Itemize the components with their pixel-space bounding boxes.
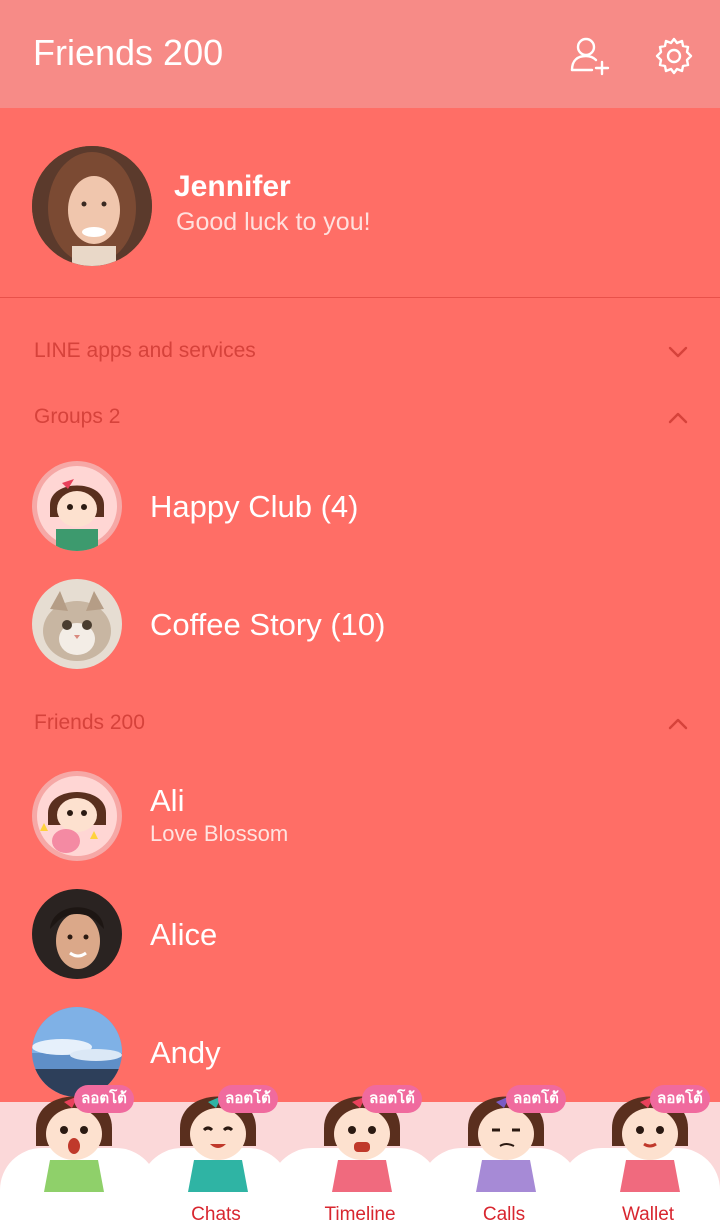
tab-label: Timeline <box>324 1204 396 1225</box>
gear-icon[interactable] <box>652 34 696 78</box>
tab-badge: ลอตโต้ <box>362 1085 422 1113</box>
tab-badge: ลอตโต้ <box>74 1085 134 1113</box>
chevron-down-icon[interactable] <box>666 340 690 364</box>
group-name: Coffee Story (10) <box>150 607 386 642</box>
avatar <box>32 579 122 669</box>
section-groups[interactable]: Groups 2 <box>34 405 120 429</box>
group-name: Happy Club (4) <box>150 489 359 524</box>
list-item[interactable]: Happy Club (4) <box>0 453 720 563</box>
friend-name: Ali <box>150 783 185 818</box>
profile-status: Good luck to you! <box>176 208 371 236</box>
section-friends[interactable]: Friends 200 <box>34 711 145 735</box>
tab-label: Calls <box>482 1204 526 1225</box>
section-line-apps[interactable]: LINE apps and services <box>34 339 256 363</box>
chevron-up-icon[interactable] <box>666 712 690 736</box>
tab-wallet[interactable]: ลอตโต้ Wallet <box>576 1080 720 1232</box>
my-profile[interactable]: Jennifer Good luck to you! <box>0 108 720 298</box>
friend-status: Love Blossom <box>150 821 289 846</box>
tab-timeline[interactable]: ลอตโต้ Timeline <box>288 1080 432 1232</box>
tab-badge: ลอตโต้ <box>650 1085 710 1113</box>
divider <box>0 297 720 298</box>
avatar <box>32 771 122 861</box>
list-item[interactable]: Alice <box>0 881 720 991</box>
tab-badge: ลอตโต้ <box>506 1085 566 1113</box>
tab-chats[interactable]: ลอตโต้ Chats <box>144 1080 288 1232</box>
avatar[interactable] <box>32 146 152 266</box>
tab-label: Chats <box>191 1204 241 1225</box>
chevron-up-icon[interactable] <box>666 406 690 430</box>
tab-friends[interactable]: ลอตโต้ <box>0 1080 144 1232</box>
friend-name: Alice <box>150 917 218 952</box>
tab-badge: ลอตโต้ <box>218 1085 278 1113</box>
list-item[interactable]: Ali Love Blossom <box>0 763 720 873</box>
tab-label: Wallet <box>621 1204 675 1225</box>
friend-name: Andy <box>150 1035 221 1070</box>
avatar <box>32 461 122 551</box>
list-item[interactable]: Coffee Story (10) <box>0 571 720 681</box>
top-bar: Friends 200 <box>0 0 720 108</box>
add-friend-icon[interactable] <box>568 34 612 78</box>
tab-calls[interactable]: ลอตโต้ Calls <box>432 1080 576 1232</box>
avatar <box>32 889 122 979</box>
profile-name: Jennifer <box>174 170 291 203</box>
page-title: Friends 200 <box>33 32 224 73</box>
